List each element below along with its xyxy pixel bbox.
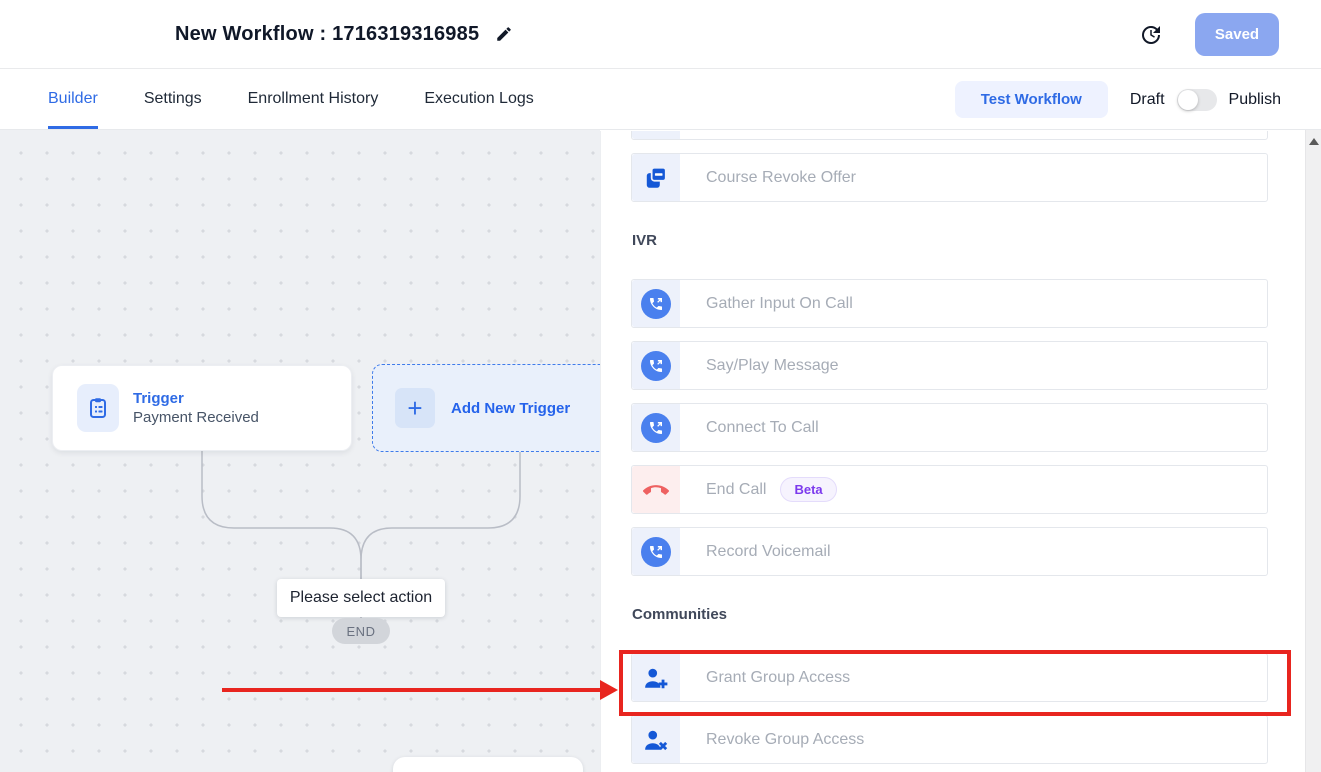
icon-strip bbox=[632, 154, 680, 201]
action-item-gather-input-on-call[interactable]: Gather Input On Call bbox=[631, 279, 1268, 328]
clipboard-icon bbox=[86, 396, 110, 420]
icon-strip bbox=[632, 404, 680, 451]
plus-icon: + bbox=[395, 388, 435, 428]
panel-scrollbar[interactable] bbox=[1305, 130, 1321, 772]
action-item-record-voicemail[interactable]: Record Voicemail bbox=[631, 527, 1268, 576]
action-item-label: Gather Input On Call bbox=[706, 295, 853, 313]
toggle-knob bbox=[1178, 90, 1198, 110]
draft-label: Draft bbox=[1130, 91, 1165, 109]
actions-panel: Course Revoke Offer IVR Gather Input On … bbox=[600, 131, 1305, 772]
icon-strip bbox=[632, 716, 680, 763]
add-new-trigger-button[interactable]: + Add New Trigger bbox=[372, 364, 600, 452]
user-plus-icon bbox=[643, 665, 669, 691]
scroll-up-arrow-icon[interactable] bbox=[1309, 138, 1319, 145]
icon-strip bbox=[632, 342, 680, 389]
course-revoke-offer-icon bbox=[643, 165, 669, 191]
end-node: END bbox=[332, 618, 390, 644]
tab-enrollment-history[interactable]: Enrollment History bbox=[248, 69, 379, 129]
partial-node-card bbox=[393, 757, 583, 772]
action-item-label: Record Voicemail bbox=[706, 543, 831, 561]
icon-strip bbox=[632, 654, 680, 701]
section-header-communities: Communities bbox=[632, 606, 1268, 623]
trigger-node[interactable]: Trigger Payment Received bbox=[52, 365, 352, 451]
tab-settings[interactable]: Settings bbox=[144, 69, 202, 129]
icon-strip bbox=[632, 280, 680, 327]
action-item-grant-group-access[interactable]: Grant Group Access bbox=[631, 653, 1268, 702]
publish-label: Publish bbox=[1229, 91, 1281, 109]
action-item-say-play-message[interactable]: Say/Play Message bbox=[631, 341, 1268, 390]
edit-title-button[interactable] bbox=[495, 23, 517, 45]
action-item-revoke-group-access[interactable]: Revoke Group Access bbox=[631, 715, 1268, 764]
tab-builder[interactable]: Builder bbox=[48, 69, 98, 129]
tab-bar: Builder Settings Enrollment History Exec… bbox=[0, 69, 1321, 130]
history-clock-icon bbox=[1139, 23, 1163, 47]
select-action-prompt[interactable]: Please select action bbox=[277, 579, 445, 617]
top-header: New Workflow : 1716319316985 Saved bbox=[0, 0, 1321, 69]
icon-strip bbox=[632, 528, 680, 575]
action-item-label: Say/Play Message bbox=[706, 357, 839, 375]
test-workflow-button[interactable]: Test Workflow bbox=[955, 81, 1108, 118]
action-item-partial[interactable] bbox=[631, 131, 1268, 140]
saved-button[interactable]: Saved bbox=[1195, 13, 1279, 56]
action-item-label: Grant Group Access bbox=[706, 669, 850, 687]
add-new-trigger-label: Add New Trigger bbox=[451, 400, 570, 417]
action-item-label: Course Revoke Offer bbox=[706, 169, 856, 187]
icon-strip bbox=[632, 131, 680, 139]
user-x-icon bbox=[643, 727, 669, 753]
phone-outbound-icon bbox=[641, 351, 671, 381]
icon-strip bbox=[632, 466, 680, 513]
phone-outbound-icon bbox=[641, 413, 671, 443]
workflow-canvas[interactable]: Trigger Payment Received + Add New Trigg… bbox=[0, 130, 600, 772]
action-item-course-revoke-offer[interactable]: Course Revoke Offer bbox=[631, 153, 1268, 202]
publish-toggle[interactable] bbox=[1177, 89, 1217, 111]
end-call-icon bbox=[643, 477, 669, 503]
section-header-ivr: IVR bbox=[632, 232, 1268, 249]
action-item-connect-to-call[interactable]: Connect To Call bbox=[631, 403, 1268, 452]
action-item-label: End Call bbox=[706, 481, 766, 499]
phone-outbound-icon bbox=[641, 537, 671, 567]
tab-execution-logs[interactable]: Execution Logs bbox=[424, 69, 533, 129]
trigger-icon-box bbox=[77, 384, 119, 432]
pencil-icon bbox=[495, 25, 513, 43]
trigger-node-subtitle: Payment Received bbox=[133, 409, 259, 426]
beta-badge: Beta bbox=[780, 477, 836, 502]
action-item-end-call[interactable]: End Call Beta bbox=[631, 465, 1268, 514]
workflow-title: New Workflow : 1716319316985 bbox=[175, 23, 479, 46]
trigger-node-title: Trigger bbox=[133, 390, 259, 407]
action-item-label: Revoke Group Access bbox=[706, 731, 864, 749]
action-item-label: Connect To Call bbox=[706, 419, 819, 437]
phone-outbound-icon bbox=[641, 289, 671, 319]
version-history-button[interactable] bbox=[1139, 23, 1163, 47]
